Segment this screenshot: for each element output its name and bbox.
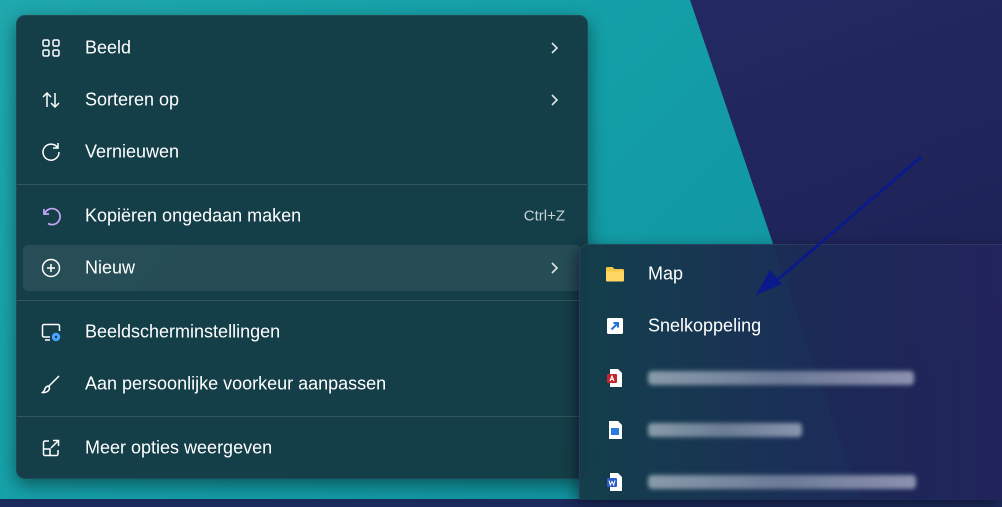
annotation-arrow [756, 155, 922, 295]
